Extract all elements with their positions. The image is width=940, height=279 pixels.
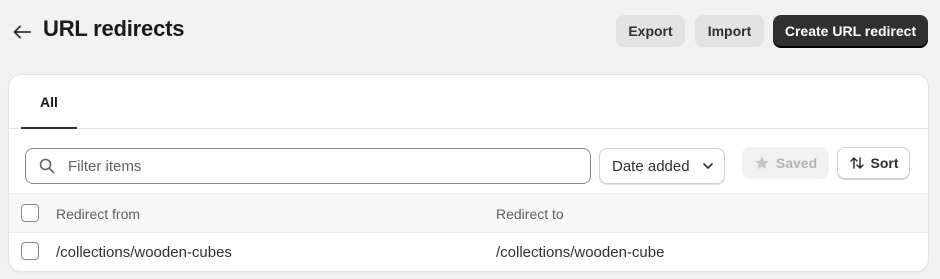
saved-views-button[interactable]: Saved [742,147,829,179]
sort-label: Sort [870,155,899,171]
tab-selected-indicator [21,127,77,129]
create-url-redirect-button[interactable]: Create URL redirect [773,15,928,47]
back-button[interactable] [10,21,34,43]
page-title: URL redirects [43,16,185,41]
column-header-redirect-from: Redirect from [56,206,141,222]
page-header: URL redirects Export Import Create URL r… [0,0,940,62]
search-icon [38,157,56,175]
date-select-value: Date added [612,157,690,175]
export-button[interactable]: Export [616,15,685,47]
sort-arrows-icon [849,155,865,171]
table-row[interactable]: /collections/wooden-cubes /collections/w… [9,233,928,271]
column-header-redirect-to: Redirect to [496,206,564,222]
filter-search-input[interactable] [68,157,568,175]
tab-bar: All [9,75,928,129]
saved-label: Saved [775,155,818,171]
tab-all[interactable]: All [21,75,77,129]
redirect-from-cell: /collections/wooden-cubes [56,244,232,261]
select-all-checkbox[interactable] [21,204,39,222]
table-header: Redirect from Redirect to [9,193,928,233]
redirect-to-cell: /collections/wooden-cube [496,244,665,261]
redirects-card: All Date added Saved [9,75,928,271]
import-button[interactable]: Import [695,15,764,47]
tab-all-label: All [40,94,58,110]
date-added-select[interactable]: Date added [599,148,725,184]
arrow-left-icon [13,25,31,39]
row-checkbox[interactable] [21,242,39,260]
sort-button[interactable]: Sort [837,147,910,179]
chevron-down-icon [703,163,713,169]
filter-search-field[interactable] [25,148,591,184]
star-icon [754,155,770,171]
